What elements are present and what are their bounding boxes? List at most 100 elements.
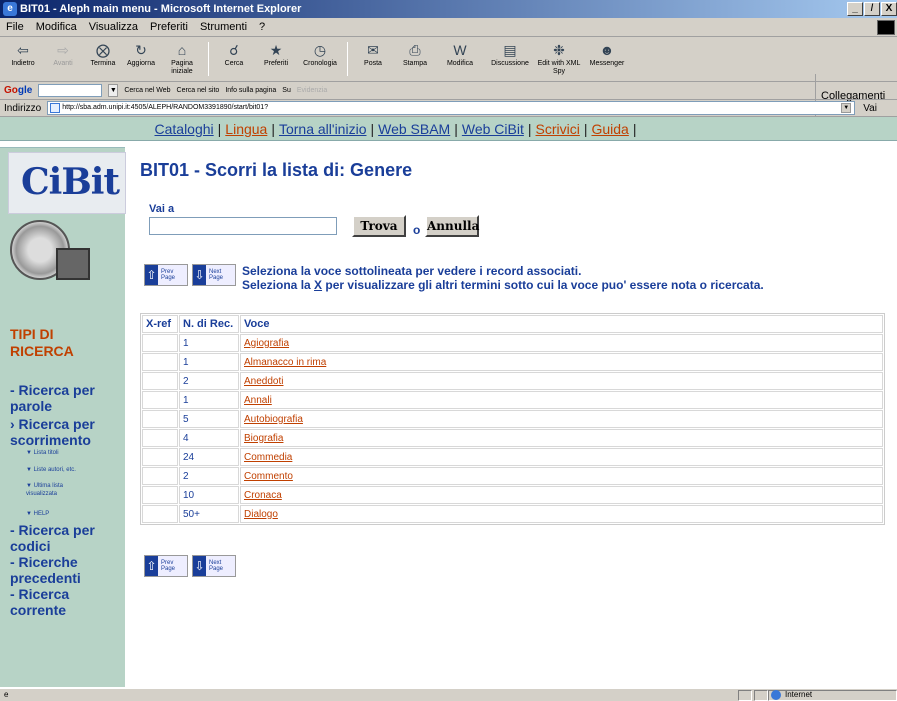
next-page-label: Next Page (208, 560, 223, 572)
refresh-button[interactable]: ↻ Aggiorna (122, 38, 160, 80)
cibit-logo[interactable]: CiBit (8, 152, 126, 214)
menu-file[interactable]: File (6, 21, 24, 33)
favorites-button[interactable]: ★ Preferiti (255, 38, 297, 80)
trova-button[interactable]: Trova (352, 215, 406, 237)
sidebar-item-liste-autori[interactable]: ▼ Liste autori, etc. (26, 466, 121, 474)
menu-visualizza[interactable]: Visualizza (89, 21, 138, 33)
window-title-bar: e BIT01 - Aleph main menu - Microsoft In… (0, 0, 897, 18)
google-search-input[interactable] (38, 84, 103, 97)
nav-web-cibit[interactable]: Web CiBit (462, 121, 524, 137)
mail-icon: ✉ (367, 42, 379, 58)
next-page-label: Next Page (208, 269, 223, 281)
close-button[interactable]: X (881, 2, 897, 16)
record-count-cell: 2 (179, 467, 239, 485)
xmlspy-button[interactable]: ❉ Edit with XML Spy (536, 38, 582, 80)
record-count-cell: 2 (179, 372, 239, 390)
voce-link[interactable]: Agiografia (240, 334, 883, 352)
vai-a-label: Vai a (149, 203, 175, 215)
sidebar-item-ricerca-codici[interactable]: - Ricerca per codici (10, 522, 128, 554)
instruction-post: per visualizzare gli altri termini sotto… (322, 278, 764, 292)
annulla-button[interactable]: Annulla (425, 215, 479, 237)
down-arrow-icon: ⇩ (193, 556, 206, 576)
print-icon: ⎙ (409, 42, 421, 58)
page-info-button[interactable]: Info sulla pagina (225, 87, 276, 94)
up-button[interactable]: Su (282, 87, 291, 94)
nav-torna-inizio[interactable]: Torna all'inizio (279, 121, 367, 137)
status-bar: e Internet (0, 688, 897, 701)
xref-cell (142, 353, 178, 371)
voce-link[interactable]: Cronaca (240, 486, 883, 504)
table-body: 1 Agiografia 1 Almanacco in rima 2 Aneddoti 1 A… (142, 334, 883, 523)
google-search-dropdown[interactable]: ▼ (108, 84, 119, 97)
address-dropdown[interactable]: ▼ (841, 103, 852, 113)
back-button[interactable]: ⇦ Indietro (4, 38, 42, 80)
search-button[interactable]: ☌ Cerca (213, 38, 255, 80)
highlight-button[interactable]: Evidenzia (297, 87, 327, 94)
go-button[interactable]: Vai (863, 103, 877, 114)
mail-button[interactable]: ✉ Posta (352, 38, 394, 80)
forward-button[interactable]: ⇨ Avanti (42, 38, 84, 80)
down-arrow-icon: ⇩ (193, 265, 206, 285)
voce-link[interactable]: Biografia (240, 429, 883, 447)
voce-link[interactable]: Commento (240, 467, 883, 485)
discuss-button[interactable]: ▤ Discussione (484, 38, 536, 80)
xmlspy-label: Edit with XML Spy (537, 60, 581, 75)
sidebar-item-ultima-lista[interactable]: ▼ Ultima lista visualizzata (26, 482, 86, 498)
results-table: X-ref N. di Rec. Voce 1 Agiografia 1 Almana… (140, 313, 885, 525)
page-icon (50, 103, 61, 113)
vai-a-input[interactable] (149, 217, 337, 235)
prev-page-label: Prev Page (160, 269, 175, 281)
menu-preferiti[interactable]: Preferiti (150, 21, 188, 33)
edit-button[interactable]: W Modifica (436, 38, 484, 80)
sidebar-item-ricerche-precedenti[interactable]: - Ricerche precedenti (10, 554, 128, 586)
sidebar-item-ricerca-scorrimento[interactable]: › Ricerca per scorrimento (10, 416, 128, 448)
prev-page-button[interactable]: ⇧ Prev Page (144, 264, 188, 286)
page-status-icon: e (4, 690, 9, 699)
prev-page-label: Prev Page (160, 560, 175, 572)
menu-help[interactable]: ? (259, 21, 265, 33)
xref-cell (142, 410, 178, 428)
nav-cataloghi[interactable]: Cataloghi (155, 121, 214, 137)
search-site-button[interactable]: Cerca nel sito (177, 87, 220, 94)
messenger-button[interactable]: ☻ Messenger (582, 38, 632, 80)
nav-guida[interactable]: Guida (591, 121, 628, 137)
computer-icon (56, 248, 90, 280)
search-web-button[interactable]: Cerca nel Web (124, 87, 170, 94)
prev-page-button-bottom[interactable]: ⇧ Prev Page (144, 555, 188, 577)
minimize-button[interactable]: _ (847, 2, 863, 16)
xref-cell (142, 334, 178, 352)
voce-link[interactable]: Aneddoti (240, 372, 883, 390)
menu-modifica[interactable]: Modifica (36, 21, 77, 33)
record-count-cell: 1 (179, 391, 239, 409)
sidebar-item-help[interactable]: ▼ HELP (26, 510, 121, 518)
maximize-button[interactable]: ̸ (864, 2, 880, 16)
nav-web-sbam[interactable]: Web SBAM (378, 121, 450, 137)
voce-link[interactable]: Almanacco in rima (240, 353, 883, 371)
next-page-button[interactable]: ⇩ Next Page (192, 264, 236, 286)
record-count-cell: 5 (179, 410, 239, 428)
history-button[interactable]: ◷ Cronologia (297, 38, 343, 80)
table-row: 5 Autobiografia (142, 410, 883, 428)
voce-link[interactable]: Dialogo (240, 505, 883, 523)
sidebar-item-lista-titoli[interactable]: ▼ Lista titoli (26, 449, 121, 457)
nav-lingua[interactable]: Lingua (225, 121, 267, 137)
print-button[interactable]: ⎙ Stampa (394, 38, 436, 80)
voce-link[interactable]: Annali (240, 391, 883, 409)
next-page-button-bottom[interactable]: ⇩ Next Page (192, 555, 236, 577)
stop-button[interactable]: ⨂ Termina (84, 38, 122, 80)
google-logo[interactable]: Gogle (4, 85, 32, 96)
voce-link[interactable]: Autobiografia (240, 410, 883, 428)
home-button[interactable]: ⌂ Pagina iniziale (160, 38, 204, 80)
sidebar-item-ricerca-parole[interactable]: - Ricerca per parole (10, 382, 128, 414)
record-count-cell: 1 (179, 334, 239, 352)
table-row: 50+ Dialogo (142, 505, 883, 523)
address-input[interactable]: http://sba.adm.unipi.it:4505/ALEPH/RANDO… (47, 101, 856, 115)
or-label: o (413, 223, 421, 237)
nav-scrivici[interactable]: Scrivici (536, 121, 580, 137)
voce-link[interactable]: Commedia (240, 448, 883, 466)
menu-strumenti[interactable]: Strumenti (200, 21, 247, 33)
status-zone: Internet (785, 690, 813, 699)
sidebar-item-ricerca-corrente[interactable]: - Ricerca corrente (10, 586, 128, 618)
history-label: Cronologia (303, 60, 337, 67)
sidebar-heading: TIPI DI RICERCA (10, 326, 74, 359)
